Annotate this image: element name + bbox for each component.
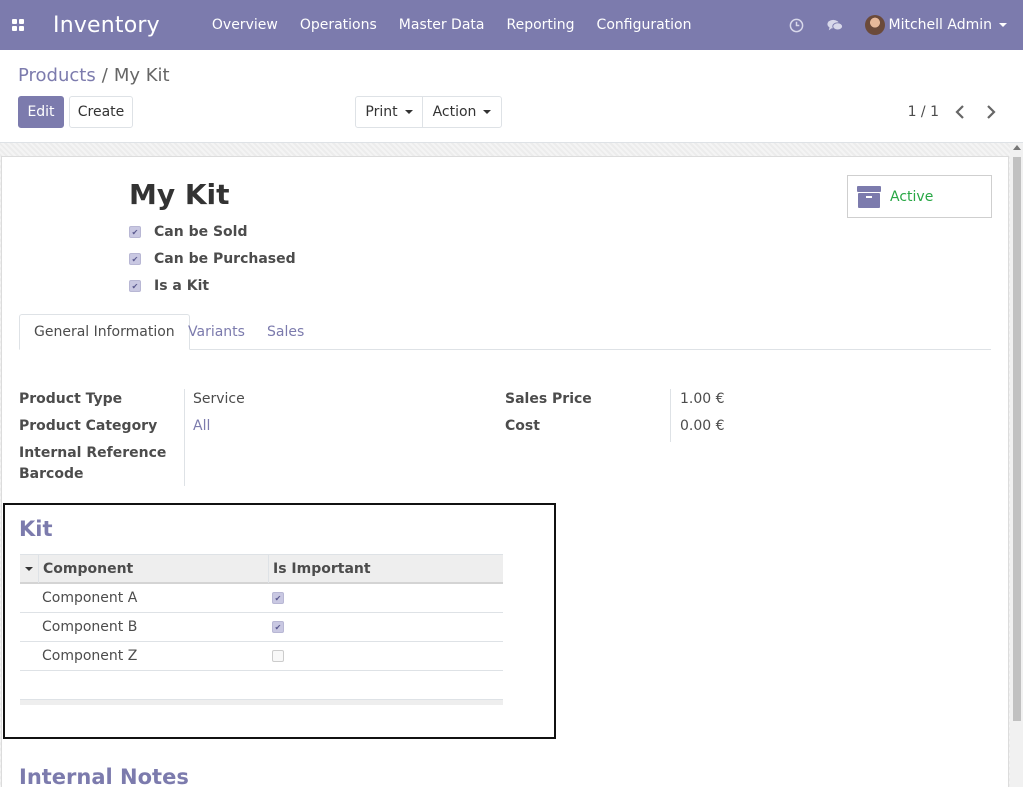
table-row[interactable]: Component B ✔ — [20, 613, 503, 642]
breadcrumb-separator: / — [101, 65, 108, 86]
column-divider — [268, 555, 269, 583]
scroll-up-arrow-icon[interactable] — [1013, 145, 1021, 150]
product-type-label: Product Type — [19, 391, 123, 407]
scrollbar[interactable] — [1010, 143, 1023, 787]
internal-reference-label: Internal Reference — [19, 445, 167, 461]
control-panel: Products / My Kit Edit Create Print Action… — [0, 50, 1023, 143]
checkbox-icon[interactable]: ✔ — [129, 280, 141, 292]
tab-variants[interactable]: Variants — [188, 314, 245, 350]
cost-label: Cost — [505, 418, 540, 434]
pager-value[interactable]: 1 / 1 — [908, 104, 939, 120]
archive-icon — [857, 185, 881, 208]
table-row[interactable]: Component A ✔ — [20, 584, 503, 613]
internal-notes-title: Internal Notes — [19, 765, 189, 787]
product-category-link[interactable]: All — [193, 416, 210, 437]
print-label: Print — [365, 104, 398, 120]
checkbox-is-a-kit[interactable]: ✔ Is a Kit — [129, 278, 209, 294]
is-important-checkbox[interactable] — [272, 650, 284, 662]
checkbox-icon[interactable]: ✔ — [129, 253, 141, 265]
tab-general-information[interactable]: General Information — [19, 314, 190, 350]
avatar — [864, 15, 885, 35]
menu-master-data[interactable]: Master Data — [399, 17, 485, 33]
chevron-down-icon — [483, 110, 492, 114]
top-navbar: Inventory Overview Operations Master Dat… — [0, 0, 1023, 50]
is-important-checkbox[interactable]: ✔ — [272, 621, 284, 633]
active-label: Active — [890, 188, 934, 205]
apps-menu-button[interactable] — [0, 0, 36, 50]
scrollbar-thumb[interactable] — [1013, 157, 1021, 721]
kit-section-title: Kit — [19, 517, 53, 541]
breadcrumb: Products / My Kit — [18, 65, 170, 86]
kit-table: Component Is Important Component A ✔ Com… — [20, 554, 503, 671]
kit-table-header: Component Is Important — [20, 554, 503, 584]
component-cell[interactable]: Component Z — [42, 648, 137, 664]
cost-value[interactable]: 0.00 € — [680, 416, 725, 437]
column-header-component[interactable]: Component — [43, 561, 133, 577]
field-separator — [670, 389, 671, 442]
column-toggle-button[interactable] — [20, 555, 39, 583]
product-type-value[interactable]: Service — [193, 389, 245, 410]
pager-previous-button[interactable] — [952, 103, 968, 121]
pager-next-button[interactable] — [983, 103, 999, 121]
field-separator — [184, 389, 185, 486]
chevron-right-icon — [987, 105, 996, 119]
caret-down-icon — [25, 567, 33, 571]
table-row[interactable]: Component Z — [20, 642, 503, 671]
print-button[interactable]: Print — [355, 96, 423, 128]
component-cell[interactable]: Component B — [42, 619, 137, 635]
checkbox-can-be-sold[interactable]: ✔ Can be Sold — [129, 224, 247, 240]
chevron-left-icon — [955, 105, 964, 119]
active-toggle-button[interactable]: Active — [847, 175, 992, 218]
checkbox-label: Can be Purchased — [154, 251, 296, 267]
checkbox-icon[interactable]: ✔ — [129, 226, 141, 238]
chat-icon[interactable] — [826, 17, 843, 33]
menu-configuration[interactable]: Configuration — [597, 17, 692, 33]
component-cell[interactable]: Component A — [42, 590, 137, 606]
product-category-label: Product Category — [19, 418, 158, 434]
is-important-checkbox[interactable]: ✔ — [272, 592, 284, 604]
action-button[interactable]: Action — [422, 96, 502, 128]
column-header-is-important[interactable]: Is Important — [273, 561, 371, 577]
chevron-down-icon — [999, 23, 1007, 27]
user-menu[interactable]: Mitchell Admin — [864, 15, 1007, 35]
clock-icon[interactable] — [789, 17, 805, 33]
barcode-label: Barcode — [19, 466, 84, 482]
sales-price-label: Sales Price — [505, 391, 592, 407]
checkbox-can-be-purchased[interactable]: ✔ Can be Purchased — [129, 251, 296, 267]
menu-operations[interactable]: Operations — [300, 17, 377, 33]
apps-icon — [12, 19, 24, 31]
kit-table-footer — [20, 699, 503, 705]
user-name: Mitchell Admin — [888, 17, 993, 33]
breadcrumb-current: My Kit — [113, 65, 170, 86]
breadcrumb-products[interactable]: Products — [18, 65, 96, 86]
checkbox-label: Is a Kit — [154, 278, 210, 294]
sales-price-value[interactable]: 1.00 € — [680, 389, 725, 410]
checkbox-label: Can be Sold — [154, 224, 248, 240]
app-name[interactable]: Inventory — [53, 13, 160, 38]
menu-reporting[interactable]: Reporting — [506, 17, 574, 33]
menu-overview[interactable]: Overview — [212, 17, 278, 33]
action-label: Action — [432, 104, 477, 120]
create-button[interactable]: Create — [69, 96, 133, 128]
chevron-down-icon — [404, 110, 413, 114]
edit-button[interactable]: Edit — [18, 96, 64, 128]
tab-sales[interactable]: Sales — [267, 314, 304, 350]
product-name[interactable]: My Kit — [129, 178, 230, 211]
